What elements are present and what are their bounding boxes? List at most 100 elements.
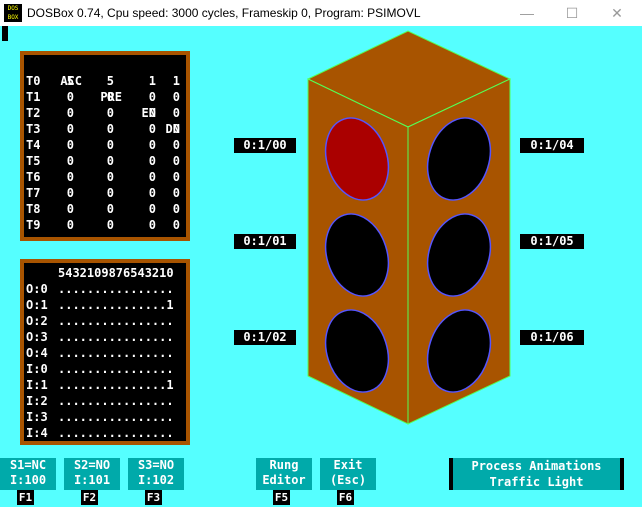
io-row: O:4................	[24, 345, 186, 361]
io-row-name: O:4	[26, 346, 48, 360]
close-button[interactable]: ✕	[602, 3, 632, 23]
io-row: I:3................	[24, 409, 186, 425]
output-label-01: 0:1/01	[234, 234, 296, 249]
timer-row: T5 0 0 0 0	[24, 153, 186, 169]
timer-pre: 0	[106, 154, 114, 168]
timer-acc: 0	[66, 170, 74, 184]
timer-en: 0	[148, 170, 156, 184]
timer-row: T1 0 0 0 0	[24, 89, 186, 105]
output-label-00: 0:1/00	[234, 138, 296, 153]
window-title: DOSBox 0.74, Cpu speed: 3000 cycles, Fra…	[27, 6, 421, 20]
timer-en: 0	[148, 138, 156, 152]
io-row: O:2................	[24, 313, 186, 329]
io-row-name: I:2	[26, 394, 48, 408]
exit-line1: Exit	[333, 458, 363, 472]
timer-acc: 0	[66, 106, 74, 120]
rung-editor-line2: Editor	[262, 473, 306, 487]
timer-dn: 1	[172, 74, 180, 88]
timer-name: T5	[26, 154, 41, 168]
timer-name: T0	[26, 74, 41, 88]
timer-acc: 0	[66, 122, 74, 136]
timer-pre: 0	[106, 186, 114, 200]
output-label-06: 0:1/06	[520, 330, 584, 345]
timer-acc: 0	[66, 218, 74, 232]
timer-name: T9	[26, 218, 41, 232]
timer-acc: 0	[66, 202, 74, 216]
rung-editor-button[interactable]: Rung Editor	[256, 458, 312, 490]
timer-row: T0 5 5 1 1	[24, 73, 186, 89]
io-row: O:0................	[24, 281, 186, 297]
timer-dn: 0	[172, 202, 180, 216]
s3-switch-button[interactable]: S3=NO I:102	[128, 458, 184, 490]
io-row-bits: ................	[58, 346, 174, 360]
io-row: O:3................	[24, 329, 186, 345]
dosbox-logo-icon: DOS BOX	[4, 4, 22, 22]
s1-address: I:100	[9, 473, 47, 487]
maximize-button[interactable]: ☐	[557, 3, 587, 23]
dos-screen[interactable]: ACC PRE EN DN T0 5 5 1 1 T1 0 0 0 0 T2 0 0 0 0 T3 0 0 0 0 T4…	[0, 26, 642, 507]
io-row-bits: ................	[58, 314, 174, 328]
timer-row: T8 0 0 0 0	[24, 201, 186, 217]
timer-dn: 0	[172, 122, 180, 136]
io-bit-table: 5432109876543210 O:0................ O:1.…	[20, 259, 190, 445]
timer-dn: 0	[172, 154, 180, 168]
io-header-row: 5432109876543210	[58, 266, 174, 280]
timer-en: 0	[148, 202, 156, 216]
timer-name: T8	[26, 202, 41, 216]
title-bar: DOS BOX DOSBox 0.74, Cpu speed: 3000 cyc…	[0, 0, 642, 26]
io-row-bits: ................	[58, 394, 174, 408]
io-row: I:0................	[24, 361, 186, 377]
s1-switch-button[interactable]: S1=NC I:100	[0, 458, 56, 490]
f3-key[interactable]: F3	[145, 490, 162, 505]
io-row-bits: ................	[58, 362, 174, 376]
s2-label: S2=NO	[73, 458, 111, 472]
io-row-name: I:1	[26, 378, 48, 392]
timer-row: T6 0 0 0 0	[24, 169, 186, 185]
timer-acc: 0	[66, 138, 74, 152]
io-row: I:1 ...............1	[24, 377, 186, 393]
io-row: I:4................	[24, 425, 186, 441]
timer-pre: 0	[106, 202, 114, 216]
f5-key[interactable]: F5	[273, 490, 290, 505]
io-row-bits: ................	[58, 282, 174, 296]
timer-row: T4 0 0 0 0	[24, 137, 186, 153]
timer-pre: 0	[106, 122, 114, 136]
exit-button[interactable]: Exit (Esc)	[320, 458, 376, 490]
timer-name: T4	[26, 138, 41, 152]
timer-pre: 0	[106, 90, 114, 104]
io-row-name: I:4	[26, 426, 48, 440]
timer-acc: 5	[66, 74, 74, 88]
timer-pre: 0	[106, 106, 114, 120]
timer-name: T6	[26, 170, 41, 184]
timer-pre: 5	[106, 74, 114, 88]
io-row-name: I:0	[26, 362, 48, 376]
f6-key[interactable]: F6	[337, 490, 354, 505]
io-row-bits: ................	[58, 330, 174, 344]
exit-line2: (Esc)	[329, 473, 367, 487]
io-row-bits: ................	[58, 426, 174, 440]
timer-row: T9 0 0 0 0	[24, 217, 186, 233]
s3-address: I:102	[137, 473, 175, 487]
timer-acc: 0	[66, 186, 74, 200]
timer-dn: 0	[172, 106, 180, 120]
timer-dn: 0	[172, 186, 180, 200]
f2-key[interactable]: F2	[81, 490, 98, 505]
io-row-name: O:0	[26, 282, 48, 296]
timer-acc: 0	[66, 90, 74, 104]
timer-dn: 0	[172, 170, 180, 184]
s2-switch-button[interactable]: S2=NO I:101	[64, 458, 120, 490]
io-row-name: O:1	[26, 298, 48, 312]
timer-row: T3 0 0 0 0	[24, 121, 186, 137]
io-row-name: I:3	[26, 410, 48, 424]
s3-label: S3=NO	[137, 458, 175, 472]
io-row-name: O:2	[26, 314, 48, 328]
timer-en: 0	[148, 186, 156, 200]
output-label-02: 0:1/02	[234, 330, 296, 345]
f1-key[interactable]: F1	[17, 490, 34, 505]
io-row-name: O:3	[26, 330, 48, 344]
timer-pre: 0	[106, 138, 114, 152]
timer-name: T1	[26, 90, 41, 104]
timer-name: T3	[26, 122, 41, 136]
timer-pre: 0	[106, 170, 114, 184]
minimize-button[interactable]: —	[512, 3, 542, 23]
